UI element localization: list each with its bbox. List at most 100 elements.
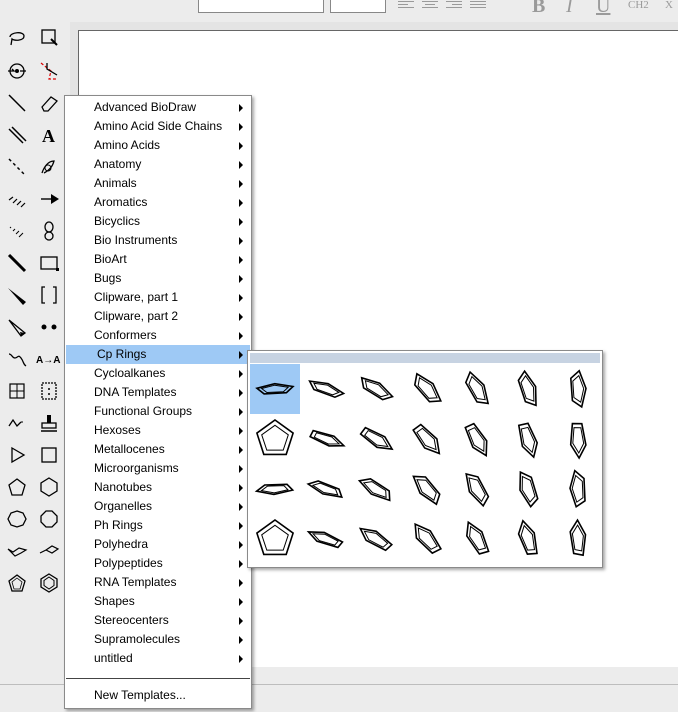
menu-item-untitled[interactable]: untitled (66, 649, 250, 668)
hashed-bond-icon[interactable] (4, 186, 30, 212)
cp-ring-template-21[interactable] (553, 464, 603, 514)
marquee-icon[interactable] (36, 24, 62, 50)
underline-button[interactable]: U (596, 0, 610, 16)
cp-ring-template-10[interactable] (351, 414, 401, 464)
lasso-icon[interactable] (4, 24, 30, 50)
query-label-icon[interactable]: A→A (36, 346, 62, 372)
chemical-symbols-icon[interactable] (36, 314, 62, 340)
cp-ring-template-27[interactable] (503, 514, 553, 564)
menu-item-bugs[interactable]: Bugs (66, 269, 250, 288)
cp-ring-template-7[interactable] (553, 364, 603, 414)
font-size-field[interactable] (330, 0, 386, 13)
wavy-bond-icon[interactable] (4, 346, 30, 372)
cycloheptane-icon[interactable] (4, 506, 30, 532)
cp-ring-template-14[interactable] (553, 414, 603, 464)
dashed-bond-icon[interactable] (4, 154, 30, 180)
hashed-wedge-icon[interactable] (4, 218, 30, 244)
cp-ring-template-26[interactable] (452, 514, 502, 564)
menu-item-advanced-biodraw[interactable]: Advanced BioDraw (66, 98, 250, 117)
italic-button[interactable]: I (566, 0, 573, 16)
menu-item-animals[interactable]: Animals (66, 174, 250, 193)
menu-item-dna-templates[interactable]: DNA Templates (66, 383, 250, 402)
menu-item-nanotubes[interactable]: Nanotubes (66, 478, 250, 497)
square-icon[interactable] (36, 442, 62, 468)
bold-bond-icon[interactable] (4, 250, 30, 276)
cp-ring-template-23[interactable] (301, 514, 351, 564)
cp-ring-template-25[interactable] (402, 514, 452, 564)
menu-item-conformers[interactable]: Conformers (66, 326, 250, 345)
structure-perspective-icon[interactable] (36, 58, 62, 84)
menu-item-clipware-part-2[interactable]: Clipware, part 2 (66, 307, 250, 326)
menu-item-microorganisms[interactable]: Microorganisms (66, 459, 250, 478)
menu-item-bio-instruments[interactable]: Bio Instruments (66, 231, 250, 250)
eraser-icon[interactable] (36, 90, 62, 116)
menu-item-polyhedra[interactable]: Polyhedra (66, 535, 250, 554)
cp-ring-template-16[interactable] (301, 464, 351, 514)
cp-ring-template-3[interactable] (351, 364, 401, 414)
cp-ring-template-12[interactable] (452, 414, 502, 464)
orbital-icon[interactable] (36, 218, 62, 244)
cyclopentane-icon[interactable] (4, 474, 30, 500)
menu-item-ph-rings[interactable]: Ph Rings (66, 516, 250, 535)
menu-item-supramolecules[interactable]: Supramolecules (66, 630, 250, 649)
double-bond-icon[interactable] (4, 122, 30, 148)
cp-ring-template-6[interactable] (503, 364, 553, 414)
text-icon[interactable]: A (36, 122, 62, 148)
stamp-icon[interactable] (36, 410, 62, 436)
submenu-drag-bar[interactable] (250, 353, 600, 363)
rectangle-icon[interactable] (36, 250, 62, 276)
menu-item-stereocenters[interactable]: Stereocenters (66, 611, 250, 630)
cp-ring-template-24[interactable] (351, 514, 401, 564)
menu-item-clipware-part-1[interactable]: Clipware, part 1 (66, 288, 250, 307)
benzene-icon[interactable] (36, 570, 62, 596)
cyclohexane-icon[interactable] (36, 474, 62, 500)
brackets-icon[interactable] (36, 282, 62, 308)
single-bond-icon[interactable] (4, 90, 30, 116)
menu-item-rna-templates[interactable]: RNA Templates (66, 573, 250, 592)
menu-item-cycloalkanes[interactable]: Cycloalkanes (66, 364, 250, 383)
pen-icon[interactable] (36, 154, 62, 180)
cp-ring-template-4[interactable] (402, 364, 452, 414)
cp-ring-template-17[interactable] (351, 464, 401, 514)
menu-item-hexoses[interactable]: Hexoses (66, 421, 250, 440)
chair-icon[interactable] (4, 538, 30, 564)
arrow-icon[interactable] (36, 186, 62, 212)
cp-ring-template-1[interactable] (250, 364, 300, 414)
cp-ring-template-5[interactable] (452, 364, 502, 414)
cp-ring-template-11[interactable] (402, 414, 452, 464)
cp-ring-template-2[interactable] (301, 364, 351, 414)
menu-item-anatomy[interactable]: Anatomy (66, 155, 250, 174)
align-center-icon[interactable] (422, 1, 438, 13)
cyclooctane-icon[interactable] (36, 506, 62, 532)
menu-item-metallocenes[interactable]: Metallocenes (66, 440, 250, 459)
menu-item-amino-acid-side-chains[interactable]: Amino Acid Side Chains (66, 117, 250, 136)
extra-button[interactable]: X (665, 0, 673, 11)
cp-ring-template-13[interactable] (503, 414, 553, 464)
chair-alt-icon[interactable] (36, 538, 62, 564)
table-icon[interactable] (4, 378, 30, 404)
menu-item-new-templates[interactable]: New Templates... (66, 686, 250, 705)
rotate-icon[interactable] (4, 58, 30, 84)
align-right-icon[interactable] (446, 1, 462, 13)
cp-ring-template-28[interactable] (553, 514, 603, 564)
align-left-icon[interactable] (398, 1, 414, 13)
menu-item-polypeptides[interactable]: Polypeptides (66, 554, 250, 573)
cp-ring-template-8[interactable] (250, 414, 300, 464)
hollow-wedge-icon[interactable] (4, 314, 30, 340)
cp-ring-template-22[interactable] (250, 514, 300, 564)
menu-item-shapes[interactable]: Shapes (66, 592, 250, 611)
menu-item-bioart[interactable]: BioArt (66, 250, 250, 269)
cp-ring-template-18[interactable] (402, 464, 452, 514)
menu-item-bicyclics[interactable]: Bicyclics (66, 212, 250, 231)
mechanism-arrow-icon[interactable] (4, 410, 30, 436)
menu-item-organelles[interactable]: Organelles (66, 497, 250, 516)
align-justify-icon[interactable] (470, 1, 486, 13)
cp-ring-template-19[interactable] (452, 464, 502, 514)
cp-ring-template-20[interactable] (503, 464, 553, 514)
cp-ring-template-9[interactable] (301, 414, 351, 464)
cp-ring-template-15[interactable] (250, 464, 300, 514)
wedge-bond-icon[interactable] (4, 282, 30, 308)
triangle-icon[interactable] (4, 442, 30, 468)
cyclopentadiene-icon[interactable] (4, 570, 30, 596)
menu-item-cp-rings[interactable]: Cp Rings (66, 345, 250, 364)
